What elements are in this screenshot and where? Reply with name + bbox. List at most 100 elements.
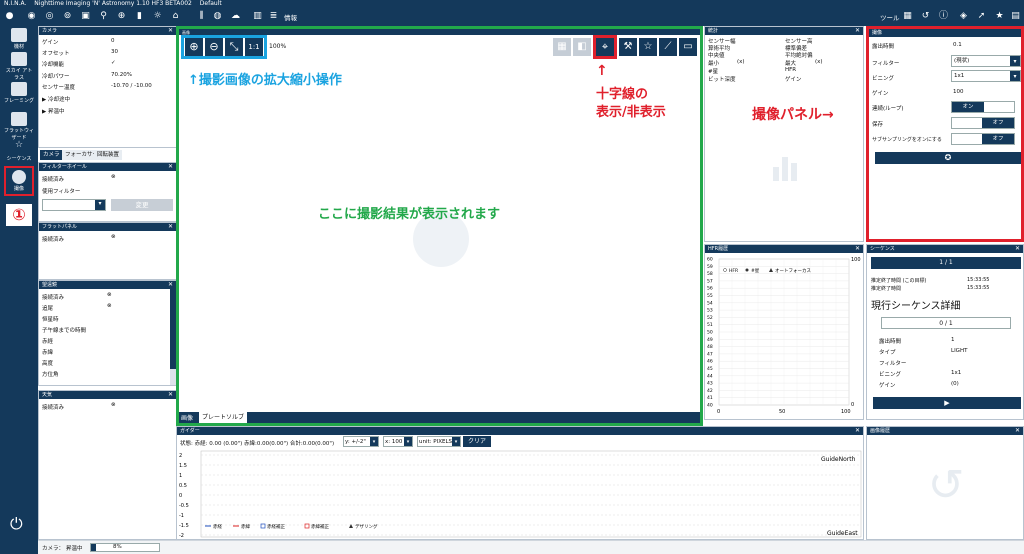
connected-icon: ⊗ (107, 292, 112, 298)
tab-image[interactable]: 画像 (181, 413, 193, 422)
rectangle-icon[interactable]: ▭ (679, 38, 697, 56)
stats-icon[interactable]: ≣ (268, 11, 279, 22)
info-label[interactable]: 情報 (284, 12, 297, 22)
y-scale-select[interactable]: y: +/-2" ▾ (343, 436, 379, 447)
sidebar-item-label: 撮像 (13, 186, 24, 192)
use-filter-label: 使用フィルター (42, 189, 81, 195)
filter-select[interactable]: ▾ (42, 199, 106, 211)
zoom-in-icon[interactable]: ⊕ (185, 38, 203, 56)
info-icon[interactable]: ⓘ (938, 11, 949, 22)
wand-icon[interactable]: ⚒ (619, 38, 637, 56)
mount-icon[interactable]: ⚲ (98, 11, 109, 22)
detail-progress: 0 / 1 (881, 317, 1011, 329)
close-icon[interactable]: ✕ (1015, 427, 1020, 435)
legend-dec: 赤緯 (241, 523, 250, 530)
legend-marker (745, 268, 749, 272)
sidebar-item-flat-wizard[interactable]: フラットウィザード (4, 112, 34, 142)
gain-value[interactable]: 100 (953, 89, 964, 95)
stat-label: 最大 (785, 61, 797, 67)
sidebar: 機材 スカイ アトラス フレーミング フラットウィザード ☆ シーケンス 撮像 … (0, 26, 38, 554)
measure-icon[interactable]: ⟋ (659, 38, 677, 56)
unit-select[interactable]: unit: PIXELS ▾ (417, 436, 461, 447)
app-name: N.I.N.A. (4, 0, 27, 7)
telescope-row: 追尾 (42, 306, 54, 312)
zoom-out-icon[interactable]: ⊖ (205, 38, 223, 56)
close-icon[interactable]: ✕ (168, 163, 173, 171)
filter-wheel-icon[interactable]: ◎ (44, 11, 55, 22)
sliders-icon[interactable]: ⫼ (196, 11, 207, 22)
camera-value: 70.20% (111, 72, 132, 78)
panel-header: 天気 ✕ (39, 391, 176, 399)
play-button[interactable]: ▶ (873, 397, 1021, 409)
star-icon[interactable]: ☆ (639, 38, 657, 56)
status-camera-state: 昇温中 (66, 546, 83, 552)
sequence-progress: 1 / 1 (871, 257, 1021, 269)
arrow-icon[interactable]: ➚ (976, 11, 987, 22)
sidebar-item-atlas[interactable]: スカイ アトラス (4, 52, 34, 82)
detail-value: LIGHT (951, 348, 968, 354)
zoom-1to1-button[interactable]: 1:1 (245, 38, 263, 56)
sidebar-item-label: スカイ アトラス (5, 68, 33, 81)
clear-button[interactable]: クリア (463, 436, 491, 447)
grid-icon[interactable]: ▦ (553, 38, 571, 56)
capture-button[interactable]: ✪ (875, 152, 1021, 164)
stat-label: 中央値 (708, 53, 725, 59)
guider-icon[interactable]: ⊕ (116, 11, 127, 22)
statistics-panel: 統計 ✕ センサー幅 算術平均 中央値 最小 (x) #星 ビット深度 センサー高… (704, 26, 864, 242)
exposure-value[interactable]: 0.1 (953, 42, 962, 48)
status-progress: 8% (90, 543, 160, 552)
y-tick: 46 (707, 359, 713, 365)
fit-icon[interactable]: ⤡ (225, 38, 243, 56)
switch-icon[interactable]: ▮ (134, 11, 145, 22)
star-detect-icon[interactable]: ◧ (573, 38, 591, 56)
close-icon[interactable]: ✕ (855, 427, 860, 435)
loop-toggle[interactable]: オン (951, 101, 1015, 113)
close-icon[interactable]: ✕ (168, 391, 173, 399)
flat-panel-icon[interactable]: ☼ (152, 11, 163, 22)
x-scale-select[interactable]: x: 100 ▾ (383, 436, 413, 447)
camera-value: -10.70 / -10.00 (111, 83, 152, 89)
subsample-toggle[interactable]: オフ (951, 133, 1015, 145)
flatpanel-panel: フラットパネル ✕ 接続済み ⊗ (38, 222, 177, 280)
binning-select[interactable]: 1x1 ▾ (951, 70, 1021, 82)
close-icon[interactable]: ✕ (1015, 245, 1020, 253)
legend-ra: 赤経 (213, 523, 222, 530)
y-tick: 2 (179, 453, 182, 459)
history-icon[interactable]: ↺ (920, 11, 931, 22)
close-icon[interactable]: ✕ (855, 27, 860, 35)
cooling-expander[interactable]: ▶ 冷却途中 (42, 95, 70, 103)
grid-icon[interactable]: ▦ (902, 11, 913, 22)
save-toggle[interactable]: オフ (951, 117, 1015, 129)
title-bar: N.I.N.A. Nighttime Imaging 'N' Astronomy… (0, 0, 1024, 8)
focuser-icon[interactable]: ⊚ (62, 11, 73, 22)
close-icon[interactable]: ✕ (168, 27, 173, 35)
target-icon[interactable]: ◈ (958, 11, 969, 22)
save-icon[interactable]: ▤ (1010, 11, 1021, 22)
weather-icon[interactable]: ☁ (230, 11, 241, 22)
change-filter-button[interactable]: 変更 (111, 199, 173, 211)
legend-dither: デザリング (355, 523, 378, 530)
dome-icon[interactable]: ⌂ (170, 11, 181, 22)
tab-plate-solve[interactable]: プレートソルブ (199, 412, 248, 423)
rotator-icon[interactable]: ▣ (80, 11, 91, 22)
end-time-label: 推定終了時間 (871, 286, 902, 292)
annotation-arrow-up: ↑ (596, 63, 608, 79)
sidebar-item-framing[interactable]: フレーミング (4, 82, 34, 112)
y2-tick: 100 (851, 257, 861, 263)
star-icon[interactable]: ★ (994, 11, 1005, 22)
sidebar-item-imaging[interactable]: 撮像 (4, 166, 34, 196)
moon-icon[interactable]: ● (4, 11, 15, 22)
bulb-icon[interactable]: ◍ (212, 11, 223, 22)
power-icon[interactable]: ⏻ (10, 514, 23, 534)
tab-rotator[interactable]: 回転装置 (94, 150, 123, 160)
close-icon[interactable]: ✕ (855, 245, 860, 253)
crosshair-icon[interactable]: ⌖ (596, 38, 614, 56)
warming-expander[interactable]: ▶ 昇温中 (42, 107, 65, 115)
tab-camera[interactable]: カメラ (40, 150, 63, 160)
tools-label[interactable]: ツール (880, 12, 900, 22)
filter-select[interactable]: (現状) ▾ (951, 55, 1021, 67)
close-icon[interactable]: ✕ (168, 223, 173, 231)
camera-icon[interactable]: ◉ (26, 11, 37, 22)
chart-icon[interactable]: ▥ (252, 11, 263, 22)
close-icon[interactable]: ✕ (168, 281, 173, 289)
